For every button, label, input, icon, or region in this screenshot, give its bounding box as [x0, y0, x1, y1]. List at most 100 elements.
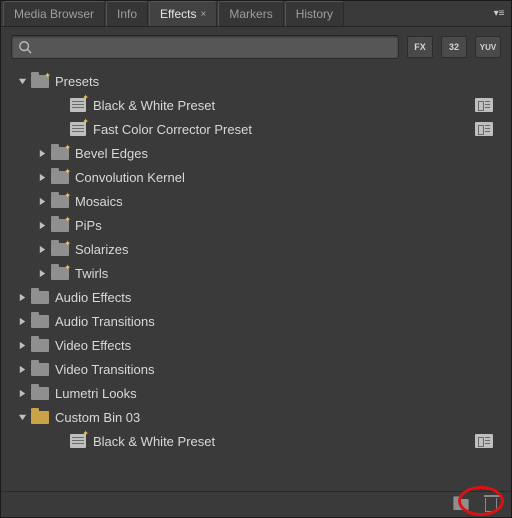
row-label: Audio Transitions [55, 314, 155, 329]
tab-history[interactable]: History [285, 1, 344, 26]
disclosure-right-icon[interactable] [17, 292, 27, 302]
row-label: Black & White Preset [93, 98, 215, 113]
tree-row[interactable]: Audio Effects [3, 285, 509, 309]
new-bin-button[interactable] [451, 496, 471, 514]
tree-row[interactable]: Video Effects [3, 333, 509, 357]
disclosure-right-icon[interactable] [37, 244, 47, 254]
folder-icon [31, 291, 49, 304]
tree-row[interactable]: PiPs [3, 213, 509, 237]
tab-markers[interactable]: Markers [218, 1, 283, 26]
effects-tree[interactable]: Presets Black & White Preset Fast Color Co… [1, 65, 511, 491]
folder-fx-icon [51, 243, 69, 256]
tree-row[interactable]: Solarizes [3, 237, 509, 261]
folder-icon [31, 315, 49, 328]
tree-row[interactable]: Bevel Edges [3, 141, 509, 165]
row-label: Mosaics [75, 194, 123, 209]
tree-row[interactable]: Audio Transitions [3, 309, 509, 333]
row-icon [51, 169, 69, 185]
row-icon [51, 265, 69, 281]
preset-badge-icon [475, 98, 493, 112]
tab-effects[interactable]: Effects × [149, 1, 217, 26]
row-label: Fast Color Corrector Preset [93, 122, 252, 137]
folder-icon [31, 363, 49, 376]
disclosure-right-icon[interactable] [17, 388, 27, 398]
row-label: Black & White Preset [93, 434, 215, 449]
tree-row[interactable]: Video Transitions [3, 357, 509, 381]
tab-label: History [296, 7, 333, 21]
disclosure-right-icon[interactable] [37, 268, 47, 278]
row-label: Lumetri Looks [55, 386, 137, 401]
row-icon [31, 73, 49, 89]
panel-menu-button[interactable]: ▾≡ [487, 1, 511, 26]
tree-row[interactable]: Lumetri Looks [3, 381, 509, 405]
tree-row[interactable]: Convolution Kernel [3, 165, 509, 189]
folder-fx-icon [31, 75, 49, 88]
tab-media-browser[interactable]: Media Browser [3, 1, 105, 26]
row-icon [69, 97, 87, 113]
tree-row[interactable]: Presets [3, 69, 509, 93]
disclosure-right-icon[interactable] [37, 172, 47, 182]
row-label: Solarizes [75, 242, 128, 257]
row-label: Twirls [75, 266, 108, 281]
folder-fx-icon [51, 219, 69, 232]
disclosure-right-icon[interactable] [37, 196, 47, 206]
row-label: Audio Effects [55, 290, 131, 305]
row-icon [51, 193, 69, 209]
tab-label: Markers [229, 7, 272, 21]
row-label: Custom Bin 03 [55, 410, 140, 425]
folder-fx-icon [51, 267, 69, 280]
row-icon [31, 289, 49, 305]
accelerated-effects-button[interactable]: FX [407, 36, 433, 58]
folder-icon [31, 387, 49, 400]
disclosure-right-icon[interactable] [17, 364, 27, 374]
tree-row[interactable]: Fast Color Corrector Preset [3, 117, 509, 141]
32bit-effects-button[interactable]: 32 [441, 36, 467, 58]
tree-row[interactable]: Twirls [3, 261, 509, 285]
tree-row[interactable]: Black & White Preset [3, 93, 509, 117]
row-icon [51, 217, 69, 233]
disclosure-right-icon[interactable] [17, 340, 27, 350]
row-label: Bevel Edges [75, 146, 148, 161]
disclosure-down-icon[interactable] [17, 76, 27, 86]
row-label: PiPs [75, 218, 102, 233]
tree-row[interactable]: Custom Bin 03 [3, 405, 509, 429]
search-toolbar: FX 32 YUV [1, 27, 511, 65]
row-label: Presets [55, 74, 99, 89]
search-input[interactable] [36, 40, 392, 54]
folder-fx-icon [51, 147, 69, 160]
folder-fx-icon [51, 195, 69, 208]
preset-icon [70, 98, 86, 112]
folder-fx-icon [51, 171, 69, 184]
row-icon [69, 121, 87, 137]
tree-row[interactable]: Black & White Preset [3, 429, 509, 453]
row-icon [51, 145, 69, 161]
preset-badge-icon [475, 122, 493, 136]
row-icon [31, 409, 49, 425]
row-label: Video Transitions [55, 362, 155, 377]
delete-button[interactable] [481, 496, 501, 514]
row-icon [31, 385, 49, 401]
effects-panel: Media Browser Info Effects × Markers Hist… [0, 0, 512, 518]
tab-bar: Media Browser Info Effects × Markers Hist… [1, 1, 511, 27]
preset-badge-icon [475, 434, 493, 448]
row-icon [31, 337, 49, 353]
preset-icon [70, 434, 86, 448]
tab-info[interactable]: Info [106, 1, 148, 26]
disclosure-right-icon[interactable] [37, 220, 47, 230]
row-icon [31, 313, 49, 329]
yuv-effects-button[interactable]: YUV [475, 36, 501, 58]
search-field[interactable] [11, 35, 399, 59]
row-label: Video Effects [55, 338, 131, 353]
search-icon [18, 40, 32, 54]
disclosure-right-icon[interactable] [37, 148, 47, 158]
disclosure-right-icon[interactable] [17, 316, 27, 326]
folder-icon [453, 499, 468, 510]
tab-label: Media Browser [14, 7, 94, 21]
disclosure-down-icon[interactable] [17, 412, 27, 422]
close-icon[interactable]: × [201, 9, 207, 20]
row-icon [31, 361, 49, 377]
folder-open-icon [31, 411, 49, 424]
tab-label: Effects [160, 7, 196, 21]
row-label: Convolution Kernel [75, 170, 185, 185]
tree-row[interactable]: Mosaics [3, 189, 509, 213]
